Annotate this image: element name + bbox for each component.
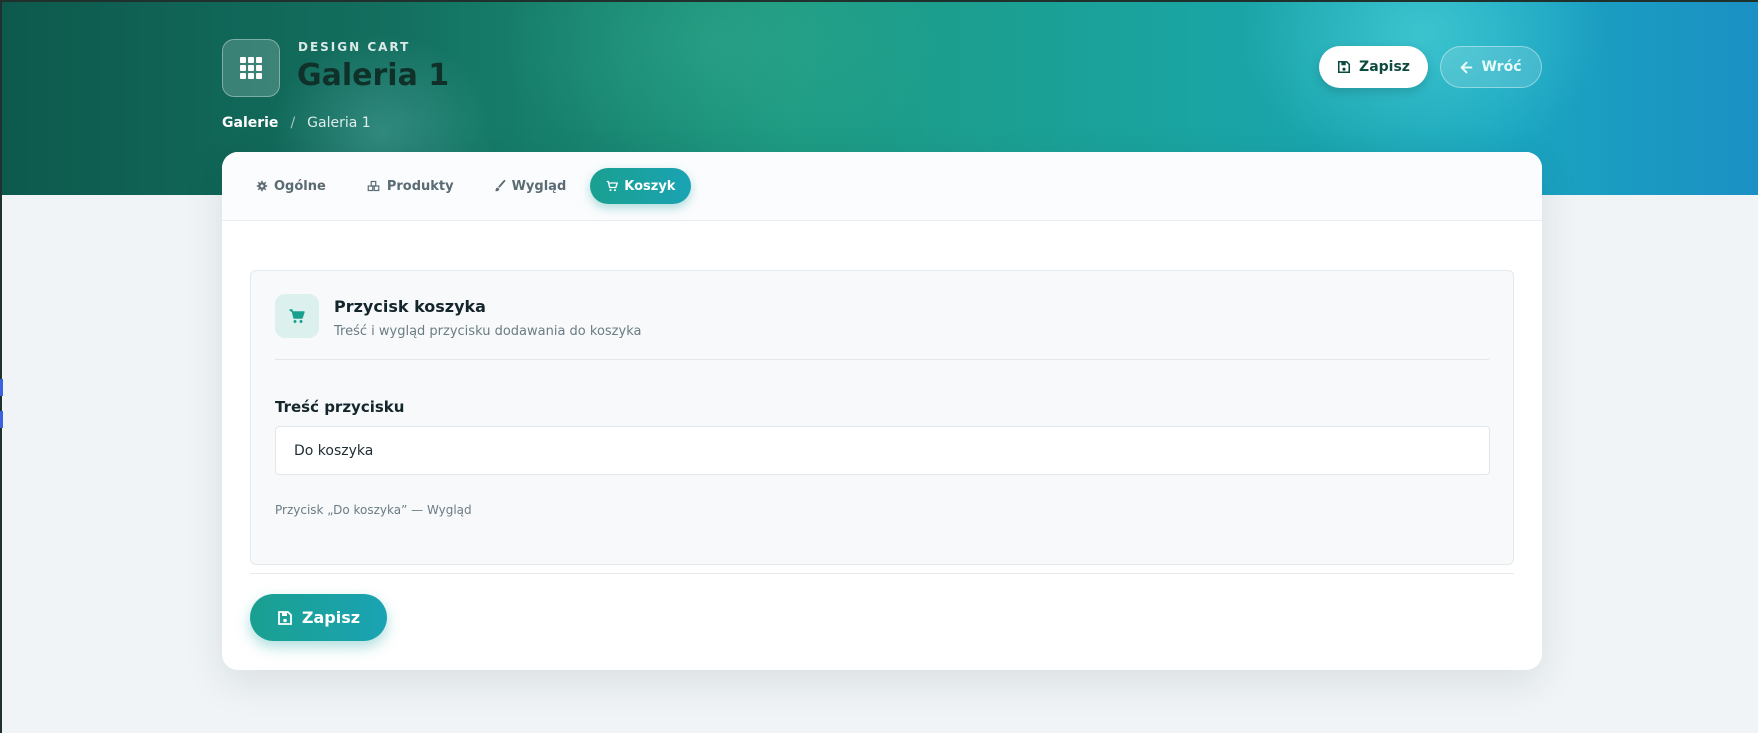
button-text-input[interactable] [275,426,1490,475]
edge-marker [0,379,3,396]
save-button-label: Zapisz [301,608,361,627]
cart-icon [289,309,305,323]
tab-koszyk[interactable]: Koszyk [590,168,692,204]
page-kicker: DESIGN CART [298,40,411,54]
floppy-disk-icon [1338,60,1351,74]
brush-icon [495,180,505,192]
arrow-left-icon [1461,61,1473,73]
footer-divider [250,573,1514,574]
tab-label: Produkty [386,178,454,194]
save-button-label: Zapisz [1359,59,1410,75]
back-button-label: Wróć [1481,59,1522,75]
floppy-disk-icon [278,610,292,625]
section-icon-tile [275,294,319,338]
cart-button-section: Przycisk koszyka Treść i wygląd przycisk… [250,270,1514,565]
tab-bar: Ogólne Produkty Wygląd Koszyk [222,152,1542,221]
edge-marker [0,411,3,428]
breadcrumb-item-galerie[interactable]: Galerie [222,115,278,131]
breadcrumb-separator: / [290,115,296,131]
section-divider [275,359,1489,360]
tab-label: Ogólne [274,178,326,194]
tab-label: Koszyk [624,178,676,194]
back-button[interactable]: Wróć [1440,46,1542,88]
tab-label: Wygląd [511,178,567,194]
breadcrumb-item-current: Galeria 1 [307,115,371,131]
tab-ogolne[interactable]: Ogólne [240,168,342,204]
save-button-top[interactable]: Zapisz [1319,46,1428,88]
field-note: Przycisk „Do koszyka” — Wygląd [275,503,472,517]
page-title: Galeria 1 [297,58,450,93]
breadcrumb: Galerie / Galeria 1 [222,115,371,131]
tab-wyglad[interactable]: Wygląd [478,168,583,204]
gear-icon [256,180,268,192]
tab-produkty[interactable]: Produkty [350,168,470,204]
window-edge [0,195,2,733]
grid-icon [240,57,262,79]
cubes-icon [367,180,380,192]
settings-card: Ogólne Produkty Wygląd Koszyk Przycisk k… [222,152,1542,670]
button-text-label: Treść przycisku [275,398,405,416]
section-title: Przycisk koszyka [334,297,486,316]
section-subtitle: Treść i wygląd przycisku dodawania do ko… [334,324,642,339]
save-button-bottom[interactable]: Zapisz [250,594,387,641]
app-icon-tile [222,39,280,97]
cart-icon [607,180,619,192]
